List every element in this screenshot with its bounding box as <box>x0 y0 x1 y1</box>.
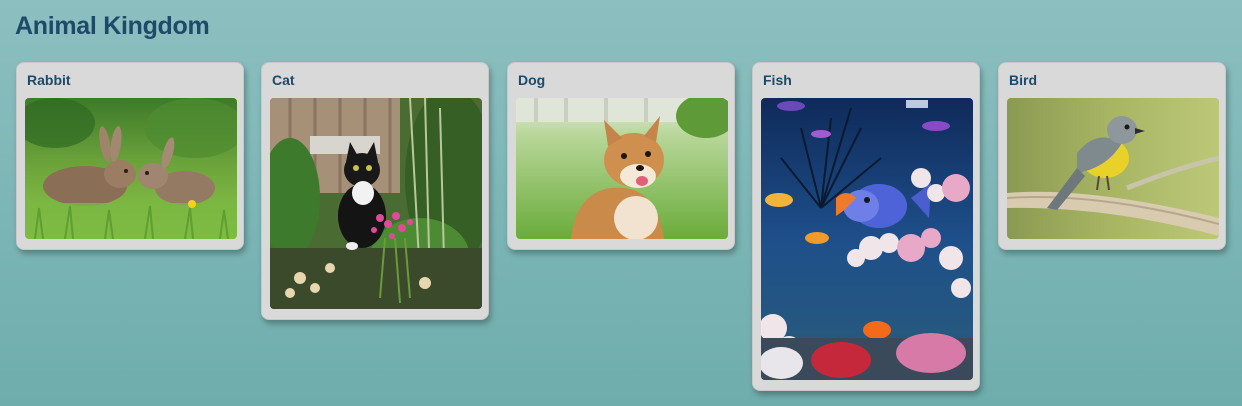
cat-photo[interactable] <box>270 98 482 309</box>
card-rabbit[interactable]: Rabbit <box>16 62 244 250</box>
bird-photo[interactable] <box>1007 98 1219 239</box>
dog-photo[interactable] <box>516 98 728 239</box>
fish-photo[interactable] <box>761 98 973 380</box>
card-title-fish: Fish <box>763 72 792 88</box>
card-bird[interactable]: Bird <box>998 62 1226 250</box>
card-dog[interactable]: Dog <box>507 62 735 250</box>
rabbit-photo[interactable] <box>25 98 237 239</box>
card-title-cat: Cat <box>272 72 295 88</box>
page-title: Animal Kingdom <box>15 12 210 40</box>
card-cat[interactable]: Cat <box>261 62 489 320</box>
card-title-bird: Bird <box>1009 72 1037 88</box>
card-title-rabbit: Rabbit <box>27 72 71 88</box>
card-fish[interactable]: Fish <box>752 62 980 391</box>
card-title-dog: Dog <box>518 72 546 88</box>
